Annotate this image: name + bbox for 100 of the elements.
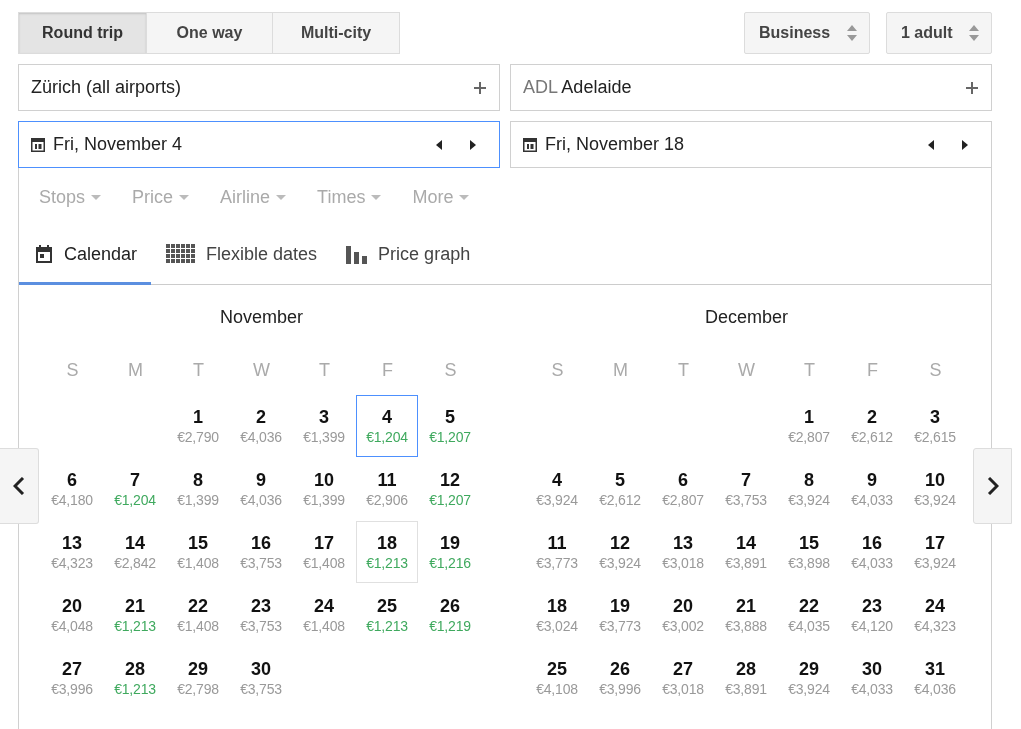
calendar-day[interactable]: 27 €3,018 [652, 647, 714, 709]
caret-left-icon[interactable] [928, 139, 934, 150]
calendar-day[interactable]: 17 €3,924 [904, 521, 966, 583]
calendar-day[interactable]: 28 €1,213 [104, 647, 166, 709]
calendar-day[interactable]: 2 €2,612 [841, 395, 903, 457]
trip-type-tab[interactable]: Round trip [18, 12, 147, 54]
day-price: €1,213 [114, 616, 156, 635]
day-price: €1,204 [366, 427, 408, 446]
calendar-day[interactable]: 9 €4,036 [230, 458, 292, 520]
view-tab[interactable]: Calendar [19, 226, 152, 285]
caret-left-icon[interactable] [436, 139, 442, 150]
calendar-day[interactable]: 11 €2,906 [356, 458, 418, 520]
calendar-day[interactable]: 6 €4,180 [41, 458, 103, 520]
calendar-day[interactable]: 28 €3,891 [715, 647, 777, 709]
calendar-day[interactable]: 7 €1,204 [104, 458, 166, 520]
calendar-day[interactable]: 27 €3,996 [41, 647, 103, 709]
calendar-day[interactable]: 22 €4,035 [778, 584, 840, 646]
calendar-day[interactable]: 13 €4,323 [41, 521, 103, 583]
calendar-day[interactable]: 16 €4,033 [841, 521, 903, 583]
view-tab[interactable]: Price graph [331, 226, 485, 285]
calendar-day[interactable]: 12 €3,924 [589, 521, 651, 583]
day-price: €3,773 [599, 616, 641, 635]
trip-type-tab[interactable]: One way [147, 12, 273, 54]
trip-type-tab[interactable]: Multi-city [273, 12, 400, 54]
calendar-day[interactable]: 15 €1,408 [167, 521, 229, 583]
calendar-day[interactable]: 2 €4,036 [230, 395, 292, 457]
day-price: €1,216 [429, 553, 471, 572]
cabin-select[interactable]: Business [744, 12, 870, 54]
calendar-day[interactable]: 26 €3,996 [589, 647, 651, 709]
calendar-day[interactable]: 30 €4,033 [841, 647, 903, 709]
calendar-day[interactable]: 31 €4,036 [904, 647, 966, 709]
calendar-day[interactable]: 29 €3,924 [778, 647, 840, 709]
calendar-day[interactable]: 18 €1,213 [356, 521, 418, 583]
caret-right-icon[interactable] [962, 139, 968, 150]
view-tab[interactable]: Flexible dates [151, 226, 332, 285]
calendar-day[interactable]: 12 €1,207 [419, 458, 481, 520]
calendar-day[interactable]: 8 €1,399 [167, 458, 229, 520]
calendar-day[interactable]: 6 €2,807 [652, 458, 714, 520]
calendar-day[interactable]: 26 €1,219 [419, 584, 481, 646]
calendar-day[interactable]: 9 €4,033 [841, 458, 903, 520]
calendar-day[interactable]: 18 €3,024 [526, 584, 588, 646]
next-month-button[interactable] [973, 448, 1012, 524]
day-number: 7 [130, 469, 140, 491]
calendar-day[interactable]: 16 €3,753 [230, 521, 292, 583]
date-field[interactable]: Fri, November 4 [18, 121, 500, 168]
calendar-day[interactable]: 17 €1,408 [293, 521, 355, 583]
calendar-day[interactable]: 21 €3,888 [715, 584, 777, 646]
date-text: Fri, November 18 [545, 134, 686, 155]
calendar-day[interactable]: 5 €1,207 [419, 395, 481, 457]
previous-month-button[interactable] [0, 448, 39, 524]
calendar-day[interactable]: 3 €1,399 [293, 395, 355, 457]
calendar-day[interactable]: 23 €3,753 [230, 584, 292, 646]
caret-right-icon[interactable] [470, 139, 476, 150]
calendar-day[interactable]: 8 €3,924 [778, 458, 840, 520]
day-price: €2,906 [366, 490, 408, 509]
calendar-day[interactable]: 15 €3,898 [778, 521, 840, 583]
origin-field[interactable]: Zürich (all airports) [18, 64, 500, 111]
calendar-day[interactable]: 5 €2,612 [589, 458, 651, 520]
destination-field[interactable]: ADL Adelaide [510, 64, 992, 111]
day-number: 29 [799, 658, 819, 680]
day-price: €3,018 [662, 679, 704, 698]
calendar-day[interactable]: 19 €1,216 [419, 521, 481, 583]
day-number: 27 [62, 658, 82, 680]
calendar-day[interactable]: 4 €3,924 [526, 458, 588, 520]
calendar-day[interactable]: 30 €3,753 [230, 647, 292, 709]
calendar-day[interactable]: 7 €3,753 [715, 458, 777, 520]
calendar-day[interactable]: 3 €2,615 [904, 395, 966, 457]
passengers-select[interactable]: 1 adult [886, 12, 992, 54]
calendar-day[interactable]: 22 €1,408 [167, 584, 229, 646]
calendar-day[interactable]: 23 €4,120 [841, 584, 903, 646]
calendar-day[interactable]: 1 €2,790 [167, 395, 229, 457]
calendar-day[interactable]: 20 €3,002 [652, 584, 714, 646]
calendar-day[interactable]: 13 €3,018 [652, 521, 714, 583]
calendar-day[interactable]: 19 €3,773 [589, 584, 651, 646]
calendar-day[interactable]: 21 €1,213 [104, 584, 166, 646]
day-price: €2,842 [114, 553, 156, 572]
day-number: 17 [314, 532, 334, 554]
calendar-day[interactable]: 25 €1,213 [356, 584, 418, 646]
calendar-day[interactable]: 14 €2,842 [104, 521, 166, 583]
calendar-day[interactable]: 11 €3,773 [526, 521, 588, 583]
day-number: 20 [673, 595, 693, 617]
calendar-day[interactable]: 24 €4,323 [904, 584, 966, 646]
calendar-day[interactable]: 10 €1,399 [293, 458, 355, 520]
calendar-day[interactable]: 10 €3,924 [904, 458, 966, 520]
day-price: €4,323 [51, 553, 93, 572]
weekday-label: S [551, 359, 564, 381]
day-price: €3,924 [914, 553, 956, 572]
calendar-day[interactable]: 29 €2,798 [167, 647, 229, 709]
calendar-day[interactable]: 14 €3,891 [715, 521, 777, 583]
calendar-day[interactable]: 1 €2,807 [778, 395, 840, 457]
date-field[interactable]: Fri, November 18 [510, 121, 992, 168]
calendar-day[interactable]: 25 €4,108 [526, 647, 588, 709]
weekday-label: M [613, 359, 628, 381]
day-number: 18 [377, 532, 397, 554]
calendar-day[interactable]: 20 €4,048 [41, 584, 103, 646]
day-number: 11 [547, 532, 567, 554]
calendar-day[interactable]: 24 €1,408 [293, 584, 355, 646]
calendar-day[interactable]: 4 €1,204 [356, 395, 418, 457]
day-number: 15 [799, 532, 819, 554]
weekday-label: F [382, 359, 393, 381]
